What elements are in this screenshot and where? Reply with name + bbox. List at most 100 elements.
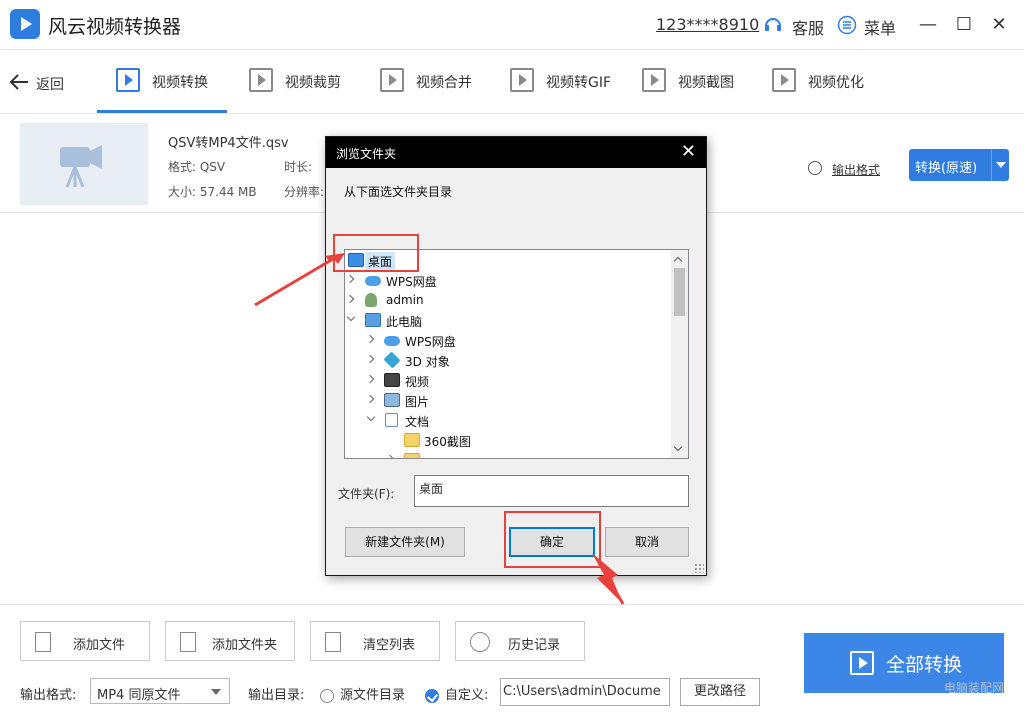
output-format-label: 输出格式 (832, 163, 881, 177)
video-thumbnail (20, 123, 148, 205)
trash-icon (325, 632, 341, 652)
menu-button[interactable]: 菜单 (864, 15, 896, 39)
output-path-input[interactable]: C:\Users\admin\Docume (500, 678, 670, 706)
folder-icon (404, 453, 420, 458)
play-icon (850, 651, 874, 675)
tree-item-label: 图片 (405, 395, 430, 409)
title-bar: 风云视频转换器 123****8910 客服 菜单 — ☐ ✕ (0, 0, 1024, 50)
add-file-label: 添加文件 (73, 638, 126, 653)
feature-nav: 返回 视频转换 视频裁剪 视频合并 视频转GIF 视频截图 视频优化 (0, 50, 1024, 114)
tree-item-label: WPS网盘 (405, 335, 456, 349)
expand-arrow-icon[interactable] (345, 274, 355, 284)
tab-label: 视频裁剪 (285, 75, 341, 91)
add-folder-button[interactable]: 添加文件夹 (165, 621, 295, 661)
tree-item-wps-drive-2[interactable]: WPS网盘 (345, 331, 672, 351)
cancel-button[interactable]: 取消 (605, 527, 689, 557)
documents-icon (385, 413, 398, 427)
pc-icon (365, 313, 381, 327)
scroll-up-icon[interactable] (673, 256, 683, 266)
active-tab-indicator (97, 110, 227, 113)
tree-item-partial[interactable] (345, 451, 672, 458)
custom-dir-radio[interactable] (425, 689, 439, 703)
headset-icon[interactable] (763, 15, 783, 35)
bottom-toolbar: 添加文件 添加文件夹 清空列表 历史记录 全部转换 输出格式: MP4 同原文件… (0, 604, 1024, 720)
file-size: 大小: 57.44 MB (168, 185, 257, 199)
tree-item-wps-drive[interactable]: WPS网盘 (345, 271, 672, 291)
tab-label: 视频合并 (416, 75, 472, 91)
tree-item-label: WPS网盘 (386, 275, 437, 289)
tree-item-label: 此电脑 (386, 315, 423, 329)
video-crop-icon (249, 68, 273, 92)
customer-service-button[interactable]: 客服 (792, 15, 824, 39)
menu-icon[interactable] (837, 15, 857, 35)
tab-label: 视频转换 (152, 75, 208, 91)
folder-field-label: 文件夹(F): (338, 487, 395, 501)
expand-arrow-icon[interactable] (365, 334, 375, 344)
user-icon (365, 293, 377, 307)
tree-item-videos[interactable]: 视频 (345, 371, 672, 391)
tree-item-label: admin (386, 293, 424, 307)
dialog-close-icon[interactable]: ✕ (681, 142, 696, 162)
video-merge-icon (380, 68, 404, 92)
add-folder-label: 添加文件夹 (212, 638, 278, 653)
scroll-down-icon[interactable] (673, 442, 683, 452)
gif-icon (510, 68, 534, 92)
3d-objects-icon (383, 351, 401, 369)
tree-item-label: 3D 对象 (405, 355, 450, 369)
dialog-title: 浏览文件夹 (336, 147, 397, 161)
output-format-value: MP4 同原文件 (97, 688, 181, 703)
tree-item-label: 文档 (405, 415, 430, 429)
source-dir-label[interactable]: 源文件目录 (340, 684, 405, 703)
expand-arrow-icon[interactable] (365, 374, 375, 384)
output-format-field-label: 输出格式: (20, 688, 77, 703)
tree-item-this-pc[interactable]: 此电脑 (345, 311, 672, 331)
tree-item-pictures[interactable]: 图片 (345, 391, 672, 411)
expand-arrow-icon[interactable] (365, 394, 375, 404)
collapse-arrow-icon[interactable] (366, 412, 376, 422)
tree-item-label: 视频 (405, 375, 430, 389)
expand-arrow-icon[interactable] (365, 354, 375, 364)
tree-item-3d-objects[interactable]: 3D 对象 (345, 351, 672, 371)
add-file-icon (35, 632, 51, 652)
tree-item-label: 360截图 (424, 435, 471, 449)
collapse-arrow-icon[interactable] (346, 312, 356, 322)
file-duration-label: 时长: (284, 160, 313, 174)
minimize-icon[interactable]: — (916, 13, 940, 37)
new-folder-button[interactable]: 新建文件夹(M) (345, 527, 465, 557)
file-name: QSV转MP4文件.qsv (168, 136, 289, 151)
resize-grip-icon[interactable] (694, 563, 704, 573)
history-button[interactable]: 历史记录 (455, 621, 585, 661)
folder-tree[interactable]: 桌面 WPS网盘 admin 此电脑 WPS网盘 3D 对象 视频 图片 文档 … (344, 249, 689, 459)
account-phone-link[interactable]: 123****8910 (656, 15, 759, 34)
convert-button-label: 转换(原速) (915, 161, 978, 176)
tree-item-360-screenshots[interactable]: 360截图 (345, 431, 672, 451)
output-format-select[interactable]: MP4 同原文件 (90, 678, 230, 704)
history-label: 历史记录 (508, 638, 561, 653)
maximize-icon[interactable]: ☐ (952, 13, 976, 37)
folder-icon (404, 433, 420, 447)
dialog-instruction: 从下面选文件夹目录 (344, 185, 453, 199)
optimize-icon (772, 68, 796, 92)
convert-all-label: 全部转换 (886, 654, 963, 676)
convert-button[interactable]: 转换(原速) (909, 149, 1009, 181)
add-file-button[interactable]: 添加文件 (20, 621, 150, 661)
tree-item-documents[interactable]: 文档 (345, 411, 672, 431)
tree-item-admin[interactable]: admin (345, 291, 672, 311)
source-dir-radio[interactable] (320, 689, 334, 703)
video-camera-icon (60, 145, 102, 188)
scroll-thumb[interactable] (674, 268, 685, 316)
folder-name-input[interactable]: 桌面 (414, 475, 689, 507)
expand-arrow-icon[interactable] (345, 294, 355, 304)
cloud-icon (365, 276, 381, 286)
change-path-button[interactable]: 更改路径 (680, 678, 760, 706)
chevron-down-icon[interactable] (991, 149, 1009, 181)
clock-icon (470, 632, 490, 652)
add-folder-icon (180, 632, 196, 652)
chevron-down-icon (211, 689, 221, 695)
app-logo-icon (10, 9, 40, 39)
close-icon[interactable]: ✕ (987, 13, 1011, 37)
clear-list-button[interactable]: 清空列表 (310, 621, 440, 661)
custom-dir-label[interactable]: 自定义: (445, 684, 488, 703)
expand-arrow-icon[interactable] (385, 454, 395, 458)
tree-scrollbar[interactable] (671, 250, 688, 458)
